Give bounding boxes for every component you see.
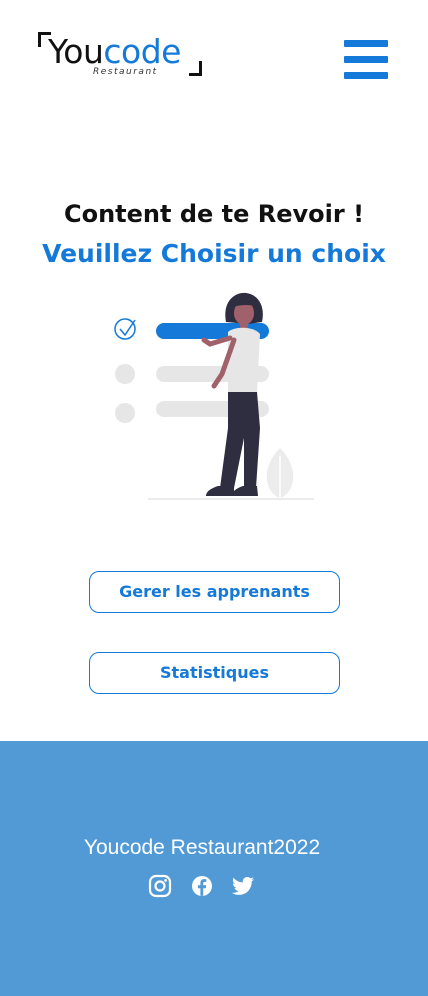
hamburger-menu-icon[interactable]	[342, 38, 390, 82]
statistics-button[interactable]: Statistiques	[89, 652, 340, 694]
menu-bar	[344, 40, 388, 47]
logo-wordmark-code: code	[103, 32, 181, 71]
greeting-heading: Content de te Revoir !	[63, 200, 365, 228]
logo-bracket-bottom-right	[189, 61, 202, 76]
menu-bar	[344, 56, 388, 63]
logo-wordmark-you: You	[48, 32, 104, 71]
twitter-icon[interactable]	[231, 874, 255, 898]
facebook-icon[interactable]	[190, 874, 214, 898]
prompt-heading: Veuillez Choisir un choix	[42, 239, 386, 268]
manage-learners-button[interactable]: Gerer les apprenants	[89, 571, 340, 613]
instagram-icon[interactable]	[148, 874, 172, 898]
logo-tagline: Restaurant	[93, 67, 158, 77]
logo-wordmark: Youcode	[48, 32, 181, 72]
menu-bar	[344, 72, 388, 79]
header: Youcode Restaurant	[0, 0, 428, 110]
logo[interactable]: Youcode Restaurant	[38, 32, 204, 78]
person-checklist-illustration	[110, 288, 320, 503]
footer-copyright: Youcode Restaurant2022	[83, 836, 321, 859]
footer: Youcode Restaurant2022	[0, 741, 428, 996]
